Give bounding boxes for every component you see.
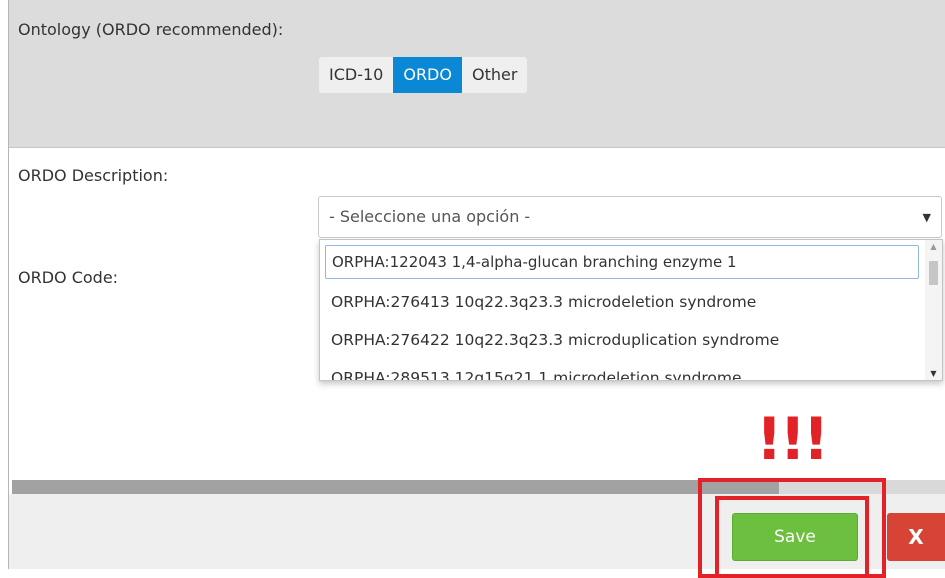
dropdown-arrow-icon[interactable]: ▼	[923, 197, 931, 239]
select-placeholder: - Seleccione una opción -	[329, 207, 531, 226]
ontology-option-ordo[interactable]: ORDO	[393, 57, 462, 93]
close-button[interactable]: X	[887, 513, 945, 561]
scroll-up-icon[interactable]: ▲	[925, 242, 942, 251]
ordo-code-label: ORDO Code:	[18, 268, 119, 287]
save-button[interactable]: Save	[732, 513, 858, 561]
ontology-selector: ICD-10 ORDO Other	[319, 57, 528, 93]
ontology-option-other[interactable]: Other	[461, 57, 528, 93]
ordo-description-label: ORDO Description:	[18, 166, 169, 185]
ontology-label: Ontology (ORDO recommended):	[18, 20, 284, 39]
dropdown-option[interactable]: ORPHA:289513 12q15q21.1 microdeletion sy…	[331, 369, 742, 380]
attention-annotation: !!!	[756, 405, 829, 473]
ordo-description-select[interactable]: - Seleccione una opción - ▼	[318, 196, 942, 238]
scrollbar-thumb[interactable]	[929, 261, 938, 285]
ordo-dropdown-list: ORPHA:122043 1,4-alpha-glucan branching …	[319, 239, 943, 381]
dropdown-option[interactable]: ORPHA:276422 10q22.3q23.3 microduplicati…	[331, 331, 779, 349]
scroll-down-icon[interactable]: ▼	[925, 369, 942, 378]
dropdown-option[interactable]: ORPHA:276413 10q22.3q23.3 microdeletion …	[331, 293, 756, 311]
horizontal-scrollbar-thumb[interactable]	[12, 480, 779, 494]
dropdown-search-input[interactable]: ORPHA:122043 1,4-alpha-glucan branching …	[325, 245, 919, 279]
dropdown-scrollbar[interactable]: ▲ ▼	[925, 240, 942, 380]
ontology-option-icd10[interactable]: ICD-10	[319, 57, 394, 93]
